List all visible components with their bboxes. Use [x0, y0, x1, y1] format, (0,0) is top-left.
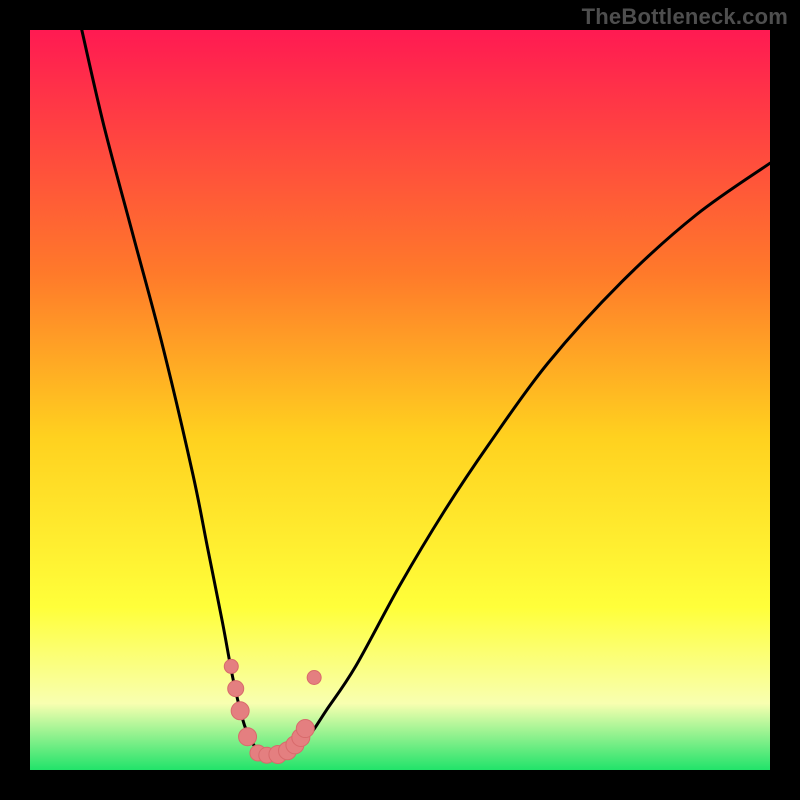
sample-point [224, 659, 238, 673]
chart-frame: { "watermark": "TheBottleneck.com", "col… [0, 0, 800, 800]
sample-point [296, 720, 314, 738]
sample-point [239, 728, 257, 746]
sample-point [228, 681, 244, 697]
sample-point [231, 702, 249, 720]
bottleneck-plot [0, 0, 800, 800]
gradient-plot-area [30, 30, 770, 770]
watermark-text: TheBottleneck.com [582, 4, 788, 30]
sample-point [307, 671, 321, 685]
